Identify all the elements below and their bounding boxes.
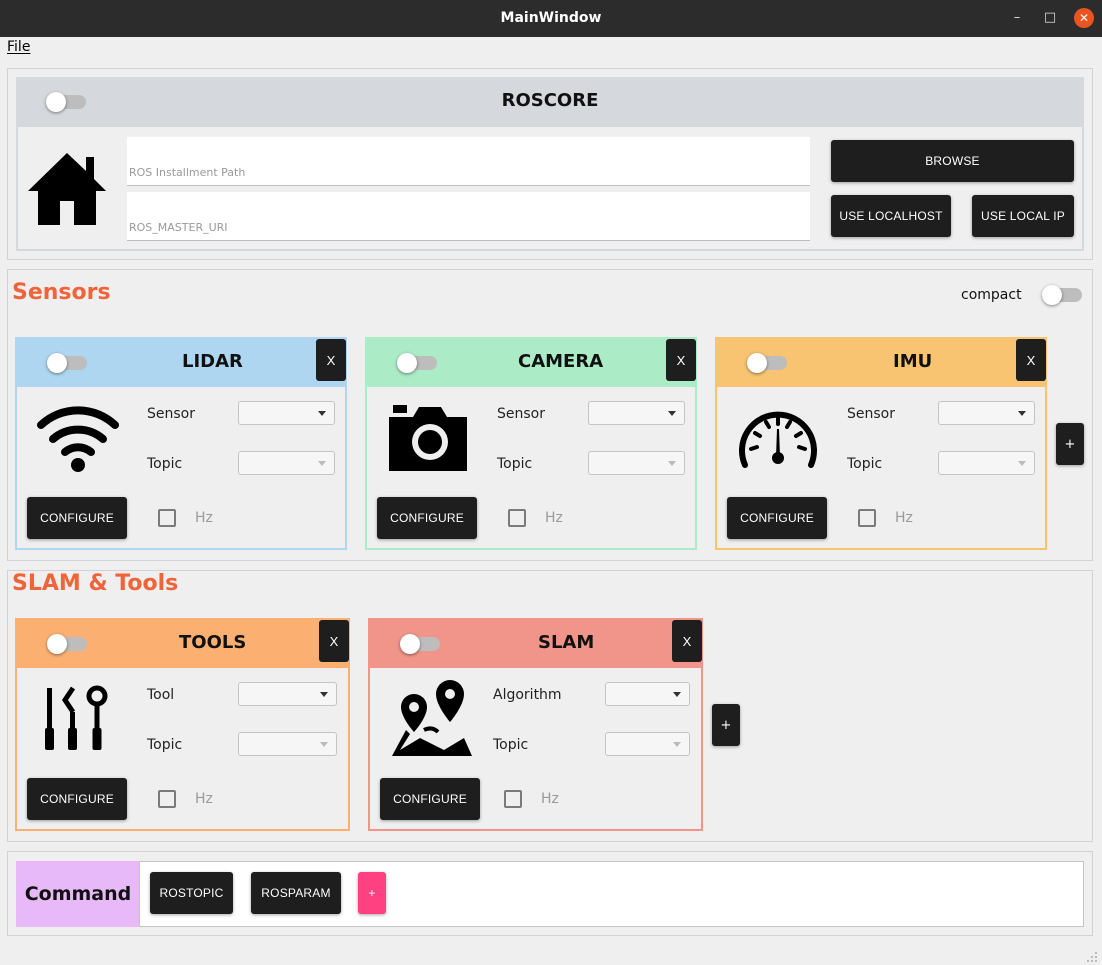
imu-close-button[interactable]: X xyxy=(1016,339,1046,381)
lidar-topic-label: Topic xyxy=(147,456,183,472)
camera-configure-button[interactable]: CONFIGURE xyxy=(377,497,477,539)
ros-master-uri-input[interactable]: ROS_MASTER_URI xyxy=(127,192,810,241)
compact-label: compact xyxy=(961,287,1022,303)
lidar-hz-checkbox[interactable] xyxy=(158,509,176,527)
browse-button[interactable]: BROWSE xyxy=(831,140,1074,182)
camera-sensor-label: Sensor xyxy=(497,406,545,422)
menu-file[interactable]: File xyxy=(7,39,30,55)
resize-grip-icon[interactable] xyxy=(1086,951,1098,963)
camera-topic-select[interactable] xyxy=(588,451,685,475)
camera-icon xyxy=(389,405,467,471)
imu-card: IMU X Sensor Topic CONFIGURE Hz xyxy=(715,337,1047,550)
tools-tool-label: Tool xyxy=(147,687,175,703)
camera-title: CAMERA xyxy=(518,351,604,372)
lidar-title: LIDAR xyxy=(182,351,243,372)
tools-hz-label: Hz xyxy=(195,791,213,807)
home-icon xyxy=(28,153,106,225)
roscore-panel: ROSCORE ROS Installment Path ROS_MASTER_… xyxy=(7,68,1093,260)
window-titlebar: MainWindow – □ ✕ xyxy=(0,0,1102,37)
slam-close-button[interactable]: X xyxy=(672,620,702,662)
maximize-button[interactable]: □ xyxy=(1040,8,1060,28)
slam-card: SLAM X Algorithm Topic CONFIGURE Hz xyxy=(368,618,703,831)
slam-algorithm-label: Algorithm xyxy=(493,687,562,703)
window-title: MainWindow xyxy=(500,10,602,26)
slam-hz-checkbox[interactable] xyxy=(504,790,522,808)
close-window-button[interactable]: ✕ xyxy=(1074,8,1094,28)
camera-card-header: CAMERA xyxy=(367,339,695,387)
lidar-close-button[interactable]: X xyxy=(316,339,346,381)
wifi-icon xyxy=(37,406,119,472)
tools-title: TOOLS xyxy=(179,632,247,653)
slam-card-header: SLAM xyxy=(370,620,701,668)
lidar-sensor-label: Sensor xyxy=(147,406,195,422)
camera-card: CAMERA X Sensor Topic CONFIGURE Hz xyxy=(365,337,697,550)
compact-toggle[interactable] xyxy=(1042,285,1082,305)
tools-configure-button[interactable]: CONFIGURE xyxy=(27,778,127,820)
slam-topic-label: Topic xyxy=(493,737,529,753)
lidar-toggle[interactable] xyxy=(47,353,87,373)
tools-topic-select[interactable] xyxy=(238,732,337,756)
imu-sensor-label: Sensor xyxy=(847,406,895,422)
imu-title: IMU xyxy=(893,351,933,372)
camera-hz-checkbox[interactable] xyxy=(508,509,526,527)
tools-hz-checkbox[interactable] xyxy=(158,790,176,808)
lidar-card-header: LIDAR xyxy=(17,339,345,387)
use-local-ip-button[interactable]: USE LOCAL IP xyxy=(972,195,1074,237)
add-sensor-button[interactable]: + xyxy=(1056,423,1084,465)
imu-topic-label: Topic xyxy=(847,456,883,472)
roscore-header: ROSCORE xyxy=(16,77,1084,127)
slam-tools-title: SLAM & Tools xyxy=(12,571,179,596)
tools-card: TOOLS X Tool Topic CONFIGURE Hz xyxy=(15,618,350,831)
slam-hz-label: Hz xyxy=(541,791,559,807)
tools-tool-select[interactable] xyxy=(238,682,337,706)
imu-sensor-select[interactable] xyxy=(938,401,1035,425)
lidar-sensor-select[interactable] xyxy=(238,401,335,425)
camera-close-button[interactable]: X xyxy=(666,339,696,381)
camera-topic-label: Topic xyxy=(497,456,533,472)
ros-install-path-placeholder: ROS Installment Path xyxy=(129,166,246,179)
add-slam-tool-button[interactable]: + xyxy=(712,704,740,746)
map-pin-icon xyxy=(392,680,472,756)
slam-topic-select[interactable] xyxy=(605,732,690,756)
rostopic-button[interactable]: ROSTOPIC xyxy=(150,872,233,914)
ros-install-path-input[interactable]: ROS Installment Path xyxy=(127,137,810,186)
camera-toggle[interactable] xyxy=(397,353,437,373)
sensors-title: Sensors xyxy=(12,280,111,305)
imu-hz-label: Hz xyxy=(895,510,913,526)
lidar-hz-label: Hz xyxy=(195,510,213,526)
tools-icon xyxy=(45,685,108,750)
command-title: Command xyxy=(16,861,140,927)
imu-card-header: IMU xyxy=(717,339,1045,387)
camera-hz-label: Hz xyxy=(545,510,563,526)
tools-topic-label: Topic xyxy=(147,737,183,753)
lidar-configure-button[interactable]: CONFIGURE xyxy=(27,497,127,539)
slam-title: SLAM xyxy=(538,632,595,653)
rosparam-button[interactable]: ROSPARAM xyxy=(251,872,341,914)
minimize-button[interactable]: – xyxy=(1007,8,1027,28)
imu-hz-checkbox[interactable] xyxy=(858,509,876,527)
slam-algorithm-select[interactable] xyxy=(605,682,690,706)
lidar-topic-select[interactable] xyxy=(238,451,335,475)
slam-toggle[interactable] xyxy=(400,634,440,654)
use-localhost-button[interactable]: USE LOCALHOST xyxy=(831,195,951,237)
tools-toggle[interactable] xyxy=(47,634,87,654)
imu-configure-button[interactable]: CONFIGURE xyxy=(727,497,827,539)
ros-master-uri-placeholder: ROS_MASTER_URI xyxy=(129,221,228,234)
status-bar xyxy=(0,945,1102,965)
tools-close-button[interactable]: X xyxy=(319,620,349,662)
imu-toggle[interactable] xyxy=(747,353,787,373)
speedometer-icon xyxy=(739,411,817,468)
lidar-card: LIDAR X Sensor Topic CONFIGURE Hz xyxy=(15,337,347,550)
menu-bar: File xyxy=(0,37,1102,59)
command-panel: Command ROSTOPIC ROSPARAM + xyxy=(7,851,1093,936)
slam-configure-button[interactable]: CONFIGURE xyxy=(380,778,480,820)
camera-sensor-select[interactable] xyxy=(588,401,685,425)
imu-topic-select[interactable] xyxy=(938,451,1035,475)
tools-card-header: TOOLS xyxy=(17,620,348,668)
roscore-title: ROSCORE xyxy=(501,90,599,111)
add-command-button[interactable]: + xyxy=(358,872,386,914)
